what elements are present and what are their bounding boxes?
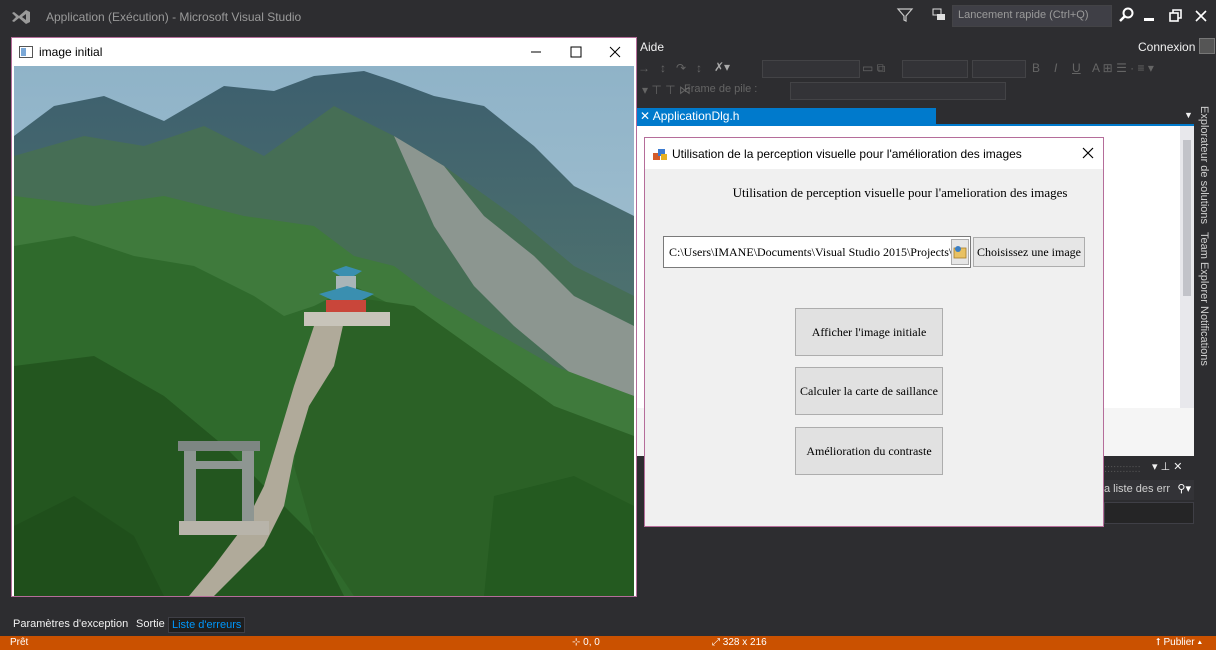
connexion-link[interactable]: Connexion <box>1138 40 1195 54</box>
breakpoint-icon[interactable]: ✗▾ <box>714 60 730 74</box>
folder-icon <box>953 246 967 259</box>
maximize-icon[interactable] <box>565 42 587 62</box>
close-icon[interactable] <box>1079 144 1097 162</box>
restore-icon[interactable] <box>1164 6 1186 26</box>
step-icon[interactable]: ↕ <box>660 61 666 75</box>
format-icons[interactable]: A ⊞ ☰ · ≡ ▾ <box>1092 61 1154 75</box>
step-out-icon[interactable]: ↕ <box>696 61 702 75</box>
font-dropdown[interactable] <box>902 60 968 78</box>
underline-icon[interactable]: U <box>1072 61 1081 75</box>
error-list-header: :::::::::::: ▾ ⊥ ✕ <box>1100 458 1194 478</box>
dialog-heading: Utilisation de perception visuelle pour … <box>732 185 1068 200</box>
dialog-titlebar[interactable]: Utilisation de la perception visuelle po… <box>645 138 1103 169</box>
close-tab-icon[interactable]: ✕ <box>640 109 650 123</box>
step-into-icon[interactable]: ↷ <box>676 61 686 75</box>
publish-button[interactable]: ⭡ Publier ▴ <box>1156 637 1202 648</box>
minimize-icon[interactable] <box>525 42 547 62</box>
image-path-field[interactable]: C:\Users\IMANE\Documents\Visual Studio 2… <box>663 236 971 268</box>
tab-label: ApplicationDlg.h <box>652 109 740 123</box>
image-window-title: image initial <box>39 45 103 59</box>
search-text: a liste des err <box>1104 483 1171 495</box>
publish-label: Publier <box>1163 637 1195 648</box>
quick-launch-input[interactable]: Lancement rapide (Ctrl+Q) <box>952 5 1112 27</box>
tab-output[interactable]: Sortie <box>133 617 168 633</box>
error-list-search-input[interactable]: a liste des err ⚲▾ <box>1102 480 1194 500</box>
search-icon[interactable] <box>1118 6 1136 24</box>
dialog-title: Utilisation de la perception visuelle po… <box>672 147 1022 161</box>
frame-label: Frame de pile : <box>684 83 758 95</box>
minimize-icon[interactable] <box>1138 6 1160 26</box>
vs-window-title: Application (Exécution) - Microsoft Visu… <box>46 10 302 24</box>
compute-saliency-button[interactable]: Calculer la carte de saillance <box>795 367 943 415</box>
side-tab-solution-explorer[interactable]: Explorateur de solutions <box>1198 106 1210 224</box>
side-panel-tabs: Explorateur de solutions Team Explorer N… <box>1194 100 1216 500</box>
frame-dropdown[interactable] <box>790 82 1006 100</box>
landscape-image <box>14 66 634 596</box>
grip: :::::::::::: <box>1104 463 1141 475</box>
vs-toolbar-debug: ▾ ⊤ ⊤ ⋈ Frame de pile : <box>636 80 1216 102</box>
contrast-enhancement-button[interactable]: Amélioration du contraste <box>795 427 943 475</box>
choose-image-button[interactable]: Choisissez une image <box>973 237 1085 267</box>
app-icon <box>653 149 667 160</box>
font-size-dropdown[interactable] <box>972 60 1026 78</box>
status-ready: Prêt <box>10 637 29 648</box>
status-position: ⊹ 0, 0 <box>572 637 600 648</box>
side-tab-notifications[interactable]: Notifications <box>1198 306 1210 366</box>
close-icon[interactable] <box>604 42 626 62</box>
resize-icon: ⤢ <box>712 637 723 648</box>
side-tab-team-explorer[interactable]: Team Explorer <box>1198 232 1210 303</box>
chevron-down-icon[interactable]: ▼ <box>1184 110 1194 122</box>
status-bar: Prêt ⊹ 0, 0 ⤢ 328 x 216 ⭡ Publier ▴ <box>0 636 1216 650</box>
position-text: 0, 0 <box>583 637 600 648</box>
bold-icon[interactable]: B <box>1032 61 1040 75</box>
show-initial-image-button[interactable]: Afficher l'image initiale <box>795 308 943 356</box>
main-dialog: Utilisation de la perception visuelle po… <box>644 137 1104 527</box>
solution-config-dropdown[interactable] <box>762 60 860 78</box>
close-icon[interactable] <box>1190 6 1212 26</box>
scrollbar-thumb[interactable] <box>1183 140 1191 296</box>
image-window-titlebar[interactable]: image initial <box>12 38 636 66</box>
vs-titlebar: Application (Exécution) - Microsoft Visu… <box>0 0 1216 34</box>
menu-item-aide[interactable]: Aide <box>640 40 664 54</box>
panel-menu-icon[interactable]: ▾ ⊥ ✕ <box>1152 460 1182 473</box>
search-icon[interactable]: ⚲▾ <box>1177 482 1191 495</box>
tab-error-list[interactable]: Liste d'erreurs <box>168 617 246 633</box>
size-text: 328 x 216 <box>722 637 767 648</box>
browse-button[interactable] <box>951 239 969 265</box>
crosshair-icon: ⊹ <box>572 637 584 648</box>
visual-studio-logo-icon <box>12 10 30 24</box>
window-layout-icon[interactable]: ▭ ⧉ <box>862 61 885 76</box>
status-size: ⤢ 328 x 216 <box>712 637 767 648</box>
filter-icon[interactable] <box>896 6 914 24</box>
feedback-icon[interactable] <box>930 6 948 24</box>
italic-icon[interactable]: I <box>1054 61 1057 75</box>
vs-toolbar-main: → ↕ ↷ ↕ ✗▾ ▭ ⧉ B I U A ⊞ ☰ · ≡ ▾ <box>636 58 1216 80</box>
avatar[interactable] <box>1199 38 1215 54</box>
navigate-forward-icon[interactable]: → <box>638 61 650 75</box>
app-window-icon <box>19 46 33 58</box>
tab-exception-settings[interactable]: Paramètres d'exception <box>10 617 131 633</box>
error-list-body <box>1104 502 1194 524</box>
image-window: image initial <box>11 37 637 597</box>
